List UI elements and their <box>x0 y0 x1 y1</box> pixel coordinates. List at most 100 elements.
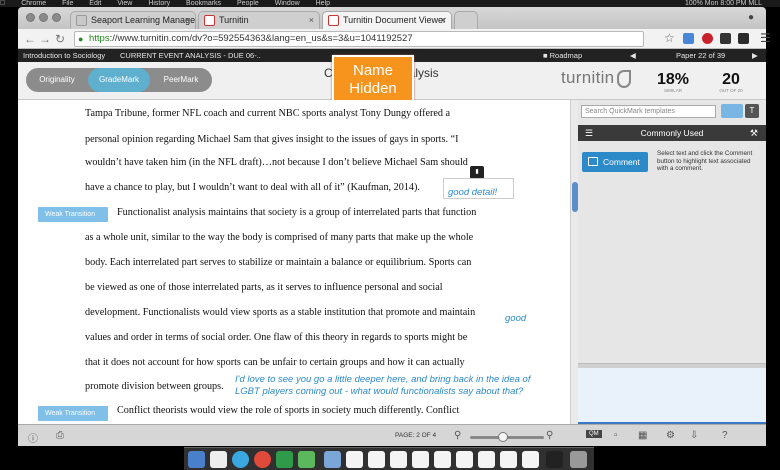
menu-help[interactable]: Help <box>316 0 330 7</box>
camtasia-icon[interactable] <box>298 451 315 468</box>
document-line[interactable]: values and order in terms of social orde… <box>85 332 467 343</box>
roadmap-button[interactable]: ■ Roadmap <box>543 49 582 62</box>
calendar-icon[interactable] <box>210 451 227 468</box>
pinterest-icon[interactable] <box>702 33 713 44</box>
quickmark-toggle-icon[interactable]: QM <box>586 430 602 438</box>
close-icon[interactable]: × <box>309 12 314 28</box>
text-comment-button[interactable]: T <box>745 104 759 118</box>
download-icon[interactable]: ⇩ <box>690 430 698 441</box>
document-thumbnail-icon[interactable] <box>390 451 407 468</box>
document-line[interactable]: be viewed as one of those interrelated p… <box>85 282 443 293</box>
document-thumbnail-icon[interactable] <box>500 451 517 468</box>
document-line[interactable]: wouldn’t have taken him (in the NFL draf… <box>85 157 468 168</box>
tab-turnitin-document-viewer[interactable]: Turnitin Document Viewer × <box>322 11 452 29</box>
menu-bookmarks[interactable]: Bookmarks <box>186 0 221 7</box>
forward-arrow-icon[interactable]: → <box>39 32 51 46</box>
document-thumbnail-icon[interactable] <box>522 451 539 468</box>
comment-button[interactable]: Comment <box>582 152 648 172</box>
menu-window[interactable]: Window <box>275 0 300 7</box>
list-icon[interactable]: ☰ <box>585 125 593 141</box>
similarity-score[interactable]: 18% SIMILAR <box>652 72 694 94</box>
new-tab-button[interactable] <box>454 11 478 29</box>
settings-icon[interactable]: ⚙ <box>666 430 675 441</box>
wrench-icon[interactable]: ⚒ <box>750 125 758 141</box>
document-line[interactable]: development. Functionalists would view s… <box>85 307 475 318</box>
comment-deeper-line2[interactable]: LGBT players coming out - what would fun… <box>235 386 523 397</box>
document-thumbnail-icon[interactable] <box>478 451 495 468</box>
menu-file[interactable]: File <box>62 0 73 7</box>
quickmark-search-input[interactable]: Search QuickMark templates <box>581 105 716 118</box>
document-thumbnail-icon[interactable] <box>412 451 429 468</box>
document-line[interactable]: Conflict theorists would view the role o… <box>117 405 459 416</box>
reload-icon[interactable]: ↻ <box>55 32 65 46</box>
tab-peermark[interactable]: PeerMark <box>150 68 212 92</box>
menu-edit[interactable]: Edit <box>89 0 101 7</box>
chrome-icon[interactable] <box>254 451 271 468</box>
next-paper-icon[interactable]: ▶ <box>752 49 758 62</box>
info-icon[interactable]: ⓘ <box>28 430 38 445</box>
help-icon[interactable]: ? <box>722 430 728 441</box>
menu-history[interactable]: History <box>148 0 170 7</box>
zoom-in-icon[interactable]: ⚲ <box>546 430 553 441</box>
quickmark-panel-button[interactable] <box>721 104 743 118</box>
zoom-out-icon[interactable]: ⚲ <box>454 430 461 441</box>
document-line[interactable]: as a whole unit, similar to the way the … <box>85 232 473 243</box>
close-icon[interactable]: × <box>441 12 446 28</box>
assignment-name[interactable]: CURRENT EVENT ANALYSIS - DUE 06-.. <box>120 49 261 62</box>
document-line[interactable]: Tampa Tribune, former NFL coach and curr… <box>85 108 450 119</box>
comment-good[interactable]: good <box>505 313 526 324</box>
comment-bubble[interactable]: good detail! <box>443 178 514 199</box>
menu-chrome[interactable]: Chrome <box>21 0 46 7</box>
document-line[interactable]: Functionalist analysis maintains that so… <box>117 207 476 218</box>
quickmark-weak-transition[interactable]: Weak Transition <box>38 406 108 421</box>
address-bar[interactable]: ● https://www.turnitin.com/dv?o=59255436… <box>74 31 644 47</box>
document-line[interactable]: body. Each interrelated part serves to s… <box>85 257 471 268</box>
menu-view[interactable]: View <box>117 0 132 7</box>
tab-turnitin[interactable]: Turnitin × <box>198 11 320 29</box>
mac-menubar:  Chrome File Edit View History Bookmark… <box>0 0 780 7</box>
document-page[interactable]: Tampa Tribune, former NFL coach and curr… <box>18 100 570 424</box>
bookmark-star-icon[interactable]: ☆ <box>664 31 675 45</box>
comments-icon[interactable]: ▫ <box>614 430 618 441</box>
quickmark-set-header[interactable]: ☰ Commonly Used ⚒ <box>578 125 766 141</box>
print-icon[interactable]: ⎙ <box>56 430 64 441</box>
comment-deeper-line1[interactable]: I'd love to see you go a little deeper h… <box>235 374 530 385</box>
document-line[interactable]: that it does not account for how sports … <box>85 357 465 368</box>
tab-grademark[interactable]: GradeMark <box>88 68 150 92</box>
document-thumbnail-icon[interactable] <box>434 451 451 468</box>
layers-icon[interactable] <box>738 33 749 44</box>
grade-score[interactable]: 20 OUT OF 20 <box>710 72 752 94</box>
document-thumbnail-icon[interactable] <box>368 451 385 468</box>
back-arrow-icon[interactable]: ← <box>24 32 36 46</box>
document-line[interactable]: promote division between groups. <box>85 381 224 392</box>
close-icon[interactable]: × <box>185 12 190 28</box>
menu-people[interactable]: People <box>237 0 259 7</box>
window-zoom-button[interactable] <box>52 13 61 22</box>
window-close-button[interactable] <box>26 13 35 22</box>
prev-paper-icon[interactable]: ◀ <box>630 49 636 62</box>
folder-icon[interactable] <box>324 451 341 468</box>
zoom-slider-handle[interactable] <box>498 432 508 442</box>
document-line[interactable]: have a chance to play, but I wouldn’t wa… <box>85 182 420 193</box>
document-line[interactable]: personal opinion regarding Michael Sam t… <box>85 134 458 145</box>
extension-icon[interactable] <box>720 33 731 44</box>
menubar-status: 100% Mon 8:00 PM MLL <box>684 0 762 7</box>
rubric-icon[interactable]: ▦ <box>638 430 647 441</box>
menu-apple-icon[interactable]:  <box>0 0 5 7</box>
screen-thumbnail-icon[interactable] <box>546 451 563 468</box>
document-thumbnail-icon[interactable] <box>346 451 363 468</box>
finder-icon[interactable] <box>188 451 205 468</box>
quickmark-weak-transition[interactable]: Weak Transition <box>38 207 108 222</box>
trash-icon[interactable] <box>570 451 587 468</box>
menu-icon[interactable]: ☰ <box>760 31 771 45</box>
window-minimize-button[interactable] <box>39 13 48 22</box>
safari-icon[interactable] <box>232 451 249 468</box>
tab-originality[interactable]: Originality <box>26 68 88 92</box>
extension-icon[interactable] <box>683 33 694 44</box>
profile-icon[interactable]: ● <box>748 12 754 23</box>
tab-seaport[interactable]: Seaport Learning Managem × <box>70 11 196 29</box>
document-thumbnail-icon[interactable] <box>456 451 473 468</box>
excel-icon[interactable] <box>276 451 293 468</box>
document-scrollbar[interactable] <box>570 100 578 424</box>
course-name[interactable]: Introduction to Sociology <box>23 49 105 62</box>
